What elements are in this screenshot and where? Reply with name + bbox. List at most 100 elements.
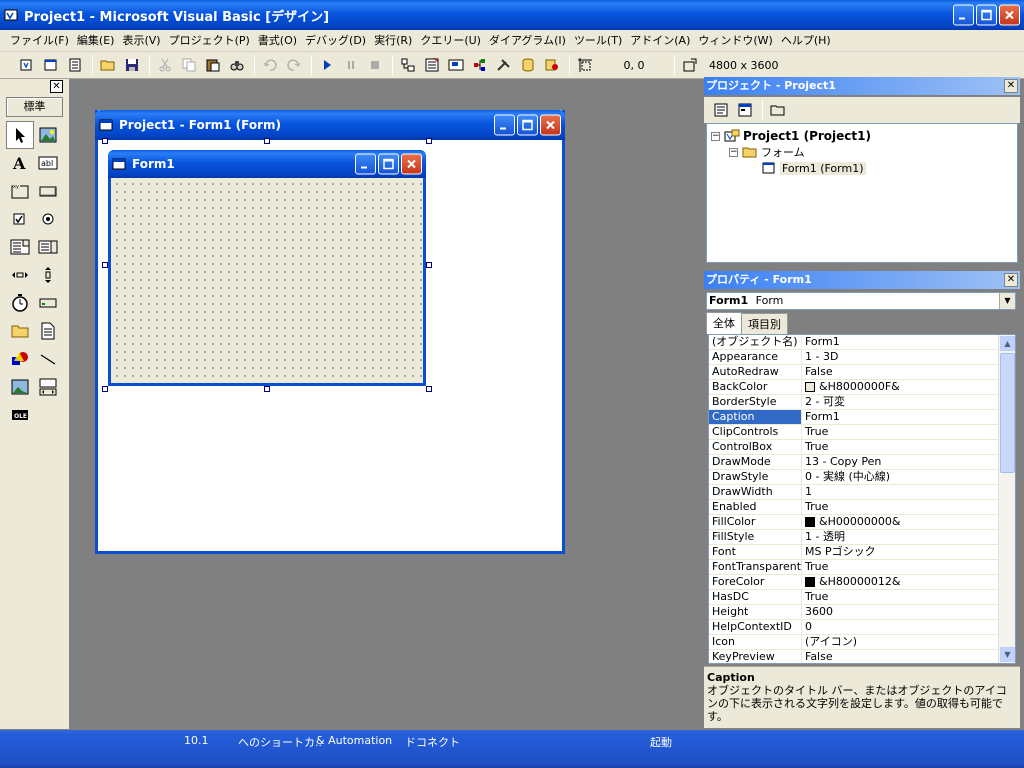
break-icon[interactable] [340,54,362,76]
paste-icon[interactable] [202,54,224,76]
data-view-icon[interactable] [517,54,539,76]
menu-addins[interactable]: アドイン(A) [626,30,694,52]
property-row[interactable]: (オブジェクト名) Form1 [709,335,1015,350]
property-row[interactable]: ForeColor &H80000012& [709,575,1015,590]
taskbar-item[interactable]: へのショートカ.. [238,734,322,750]
property-row[interactable]: FillColor &H00000000& [709,515,1015,530]
label-tool-icon[interactable]: A [6,149,34,177]
menu-file[interactable]: ファイル(F) [6,30,73,52]
filelistbox-tool-icon[interactable] [34,317,62,345]
optionbutton-tool-icon[interactable] [34,205,62,233]
timer-tool-icon[interactable] [6,289,34,317]
form1-minimize-button[interactable] [355,153,376,175]
form1-window[interactable]: Form1 [108,150,426,386]
scroll-down-icon[interactable]: ▼ [1000,647,1015,662]
taskbar-item[interactable]: ドコネクト [405,734,460,750]
cut-icon[interactable] [154,54,176,76]
property-row[interactable]: BorderStyle 2 - 可変 [709,395,1015,410]
property-value[interactable]: 0 [802,620,1015,634]
properties-window-icon[interactable] [421,54,443,76]
start-icon[interactable] [316,54,338,76]
property-value[interactable]: True [802,500,1015,514]
toolbox-icon[interactable] [493,54,515,76]
vscrollbar-tool-icon[interactable] [34,261,62,289]
project-pane-title[interactable]: プロジェクト - Project1 ✕ [704,77,1020,95]
dirlistbox-tool-icon[interactable] [6,317,34,345]
designer-canvas[interactable]: Form1 [98,138,562,551]
properties-pane-close-button[interactable]: ✕ [1004,273,1018,287]
resize-handle[interactable] [102,138,108,144]
data-tool-icon[interactable] [34,373,62,401]
form1-title-bar[interactable]: Form1 [108,150,426,178]
property-row[interactable]: HasDC True [709,590,1015,605]
menu-diagram[interactable]: ダイアグラム(I) [485,30,570,52]
combobox-tool-icon[interactable] [6,233,34,261]
view-code-icon[interactable] [710,99,732,121]
property-value[interactable]: False [802,365,1015,379]
property-value[interactable]: &H00000000& [802,515,1015,529]
hscrollbar-tool-icon[interactable] [6,261,34,289]
undo-icon[interactable] [259,54,281,76]
property-value[interactable]: &H80000012& [802,575,1015,589]
collapse-icon[interactable]: − [711,131,720,141]
designer-title-bar[interactable]: Project1 - Form1 (Form) [95,110,565,140]
resize-handle[interactable] [426,262,432,268]
end-icon[interactable] [364,54,386,76]
taskbar-item[interactable]: 起動 [650,734,672,750]
ole-tool-icon[interactable]: OLE [6,401,34,429]
resize-handle[interactable] [264,138,270,144]
menu-window[interactable]: ウィンドウ(W) [694,30,776,52]
toggle-folders-icon[interactable] [767,99,789,121]
property-row[interactable]: Caption Form1 [709,410,1015,425]
property-value[interactable]: True [802,440,1015,454]
project-pane-close-button[interactable]: ✕ [1004,79,1018,93]
save-project-icon[interactable] [121,54,143,76]
property-row[interactable]: DrawWidth 1 [709,485,1015,500]
property-row[interactable]: HelpContextID 0 [709,620,1015,635]
chevron-down-icon[interactable]: ▼ [999,293,1015,309]
menu-edit[interactable]: 編集(E) [73,30,119,52]
picturebox-tool-icon[interactable] [34,121,62,149]
property-row[interactable]: FillStyle 1 - 透明 [709,530,1015,545]
object-browser-icon[interactable] [469,54,491,76]
menu-format[interactable]: 書式(O) [254,30,301,52]
close-button[interactable] [999,4,1020,26]
form-layout-icon[interactable] [445,54,467,76]
property-row[interactable]: DrawMode 13 - Copy Pen [709,455,1015,470]
property-value[interactable]: 3600 [802,605,1015,619]
taskbar-item[interactable]: 10.1 [184,734,209,747]
toolbox-tab-general[interactable]: 標準 [6,97,63,117]
scroll-thumb[interactable] [1000,353,1015,473]
property-value[interactable]: 13 - Copy Pen [802,455,1015,469]
property-value[interactable]: &H8000000F& [802,380,1015,394]
menu-debug[interactable]: デバッグ(D) [301,30,370,52]
copy-icon[interactable] [178,54,200,76]
listbox-tool-icon[interactable] [34,233,62,261]
property-value[interactable]: True [802,425,1015,439]
designer-maximize-button[interactable] [517,114,538,136]
toolbox-close-button[interactable]: ✕ [50,80,63,93]
form1-maximize-button[interactable] [378,153,399,175]
tree-node-project[interactable]: − Project1 (Project1) [711,128,1013,144]
collapse-icon[interactable]: − [729,147,738,157]
redo-icon[interactable] [283,54,305,76]
frame-tool-icon[interactable]: xy [6,177,34,205]
minimize-button[interactable] [953,4,974,26]
drivelistbox-tool-icon[interactable] [34,289,62,317]
form1-close-button[interactable] [401,153,422,175]
taskbar-item[interactable]: & Automation [316,734,392,747]
object-selector-combo[interactable]: Form1 Form ▼ [706,292,1016,310]
property-row[interactable]: Font MS Pゴシック [709,545,1015,560]
menu-run[interactable]: 実行(R) [370,30,416,52]
image-tool-icon[interactable] [6,373,34,401]
pointer-tool-icon[interactable] [6,121,34,149]
project-explorer-icon[interactable] [397,54,419,76]
property-value[interactable]: False [802,650,1015,663]
visual-component-manager-icon[interactable] [541,54,563,76]
property-row[interactable]: Enabled True [709,500,1015,515]
properties-pane-title[interactable]: プロパティ - Form1 ✕ [704,271,1020,289]
app-title-bar[interactable]: Project1 - Microsoft Visual Basic [デザイン] [0,0,1024,30]
menu-help[interactable]: ヘルプ(H) [777,30,835,52]
property-value[interactable]: True [802,590,1015,604]
textbox-tool-icon[interactable]: abl [34,149,62,177]
